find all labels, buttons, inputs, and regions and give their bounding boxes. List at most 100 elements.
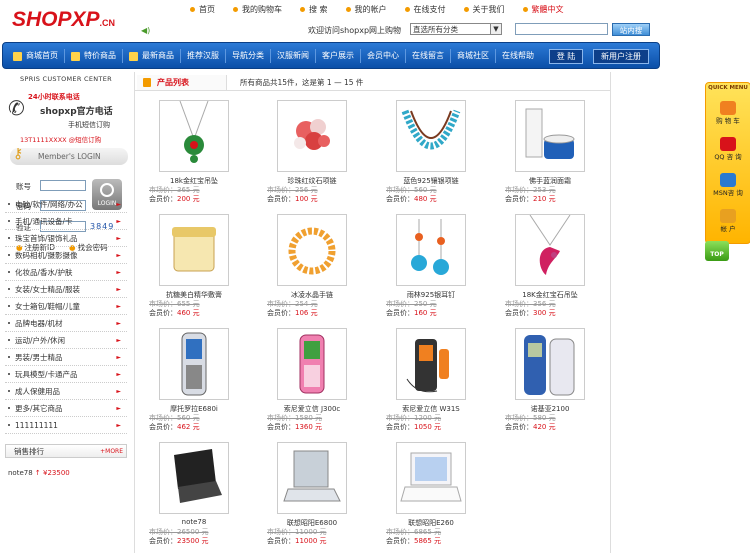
product-card[interactable]: 珍珠红纹石项链 市场价：256 元会员价：100 元 xyxy=(253,100,371,204)
mainnav-item[interactable]: 客户展示 xyxy=(316,49,361,63)
member-price: 会员价：1360 元 xyxy=(267,423,323,431)
category-item[interactable]: 男装/男士精品 ► xyxy=(5,349,127,366)
product-image[interactable] xyxy=(277,442,347,514)
mainnav-item[interactable]: 在线留言 xyxy=(406,49,451,63)
topnav-item[interactable]: 我的帐户 xyxy=(345,3,387,15)
account-input[interactable] xyxy=(40,180,86,191)
category-item[interactable]: 品牌电器/机材 ► xyxy=(5,315,127,332)
market-price: 市场价：560 元 xyxy=(149,414,200,422)
topnav-item[interactable]: 首页 xyxy=(190,3,215,15)
mainnav-item[interactable]: 推荐汉服 xyxy=(181,49,226,63)
topnav-item[interactable]: 繁體中文 xyxy=(522,3,564,15)
quick-menu-item[interactable]: MSN咨 询 xyxy=(708,173,748,197)
market-price: 市场价：356 元 xyxy=(505,300,556,308)
category-item[interactable]: 珠宝首饰/银饰礼品 ► xyxy=(5,230,127,247)
topnav-item[interactable]: 我的购物车 xyxy=(233,3,282,15)
product-image[interactable] xyxy=(277,328,347,400)
site-logo[interactable]: SHOPXP.CN xyxy=(12,8,115,32)
arrow-right-icon: ► xyxy=(116,217,121,225)
product-name[interactable]: 蓝色925镶银项链 xyxy=(372,176,490,185)
back-to-top-button[interactable]: TOP xyxy=(705,241,729,261)
product-name[interactable]: 索尼爱立信 J300c xyxy=(253,404,371,413)
category-item[interactable]: 运动/户外/休闲 ► xyxy=(5,332,127,349)
product-name[interactable]: 珍珠红纹石项链 xyxy=(253,176,371,185)
product-card[interactable]: 佛手蓝润面霜 市场价：253 元会员价：210 元 xyxy=(491,100,609,204)
category-item[interactable]: 数码相机/摄影摄像 ► xyxy=(5,247,127,264)
product-card[interactable]: 冰凌水晶手链 市场价：254 元会员价：106 元 xyxy=(253,214,371,318)
product-name[interactable]: 摩托罗拉E680i xyxy=(135,404,253,413)
mainnav-item[interactable]: 导航分类 xyxy=(226,49,271,63)
category-item[interactable]: 成人保健用品 ► xyxy=(5,383,127,400)
category-item[interactable]: 女士箱包/鞋帽/儿童 ► xyxy=(5,298,127,315)
topnav-item[interactable]: 关于我们 xyxy=(463,3,505,15)
quick-menu-item[interactable]: 购 物 车 xyxy=(708,101,748,125)
product-card[interactable]: 摩托罗拉E680i 市场价：560 元会员价：462 元 xyxy=(135,328,253,432)
product-image[interactable] xyxy=(159,214,229,286)
product-name[interactable]: note78 xyxy=(135,518,253,527)
more-link[interactable]: +MORE xyxy=(100,445,123,459)
category-item[interactable]: 更多/其它商品 ► xyxy=(5,400,127,417)
product-name[interactable]: 冰凌水晶手链 xyxy=(253,290,371,299)
login-button[interactable]: 登 陆 xyxy=(549,49,583,64)
product-image[interactable] xyxy=(396,442,466,514)
product-name[interactable]: 索尼爱立信 W31S xyxy=(372,404,490,413)
mainnav-item[interactable]: 汉服新闻 xyxy=(271,49,316,63)
product-name[interactable]: 联想昭阳E260 xyxy=(372,518,490,527)
product-card[interactable]: 18k金红宝吊坠 市场价：365 元会员价：200 元 xyxy=(135,100,253,204)
topnav-item[interactable]: 在线支付 xyxy=(404,3,446,15)
search-input[interactable] xyxy=(515,23,608,35)
sms-label: 手机短信订购 xyxy=(68,121,110,129)
product-name[interactable]: 联想昭阳E6800 xyxy=(253,518,371,527)
product-image[interactable] xyxy=(396,100,466,172)
search-button[interactable]: 站内搜 xyxy=(612,23,650,36)
category-item[interactable]: 111111111 ► xyxy=(5,417,127,434)
product-card[interactable]: 蓝色925镶银项链 市场价：560 元会员价：480 元 xyxy=(372,100,490,204)
mainnav-item[interactable]: 商城社区 xyxy=(451,49,496,63)
mainnav-item[interactable]: 在线帮助 xyxy=(496,49,540,63)
member-price: 会员价：420 元 xyxy=(505,423,556,431)
product-image[interactable] xyxy=(159,442,229,514)
quick-menu-item[interactable]: QQ 咨 询 xyxy=(708,137,748,161)
product-name[interactable]: 佛手蓝润面霜 xyxy=(491,176,609,185)
product-card[interactable]: 诺基亚2100 市场价：580 元会员价：420 元 xyxy=(491,328,609,432)
product-name[interactable]: 诺基亚2100 xyxy=(491,404,609,413)
product-image[interactable] xyxy=(396,214,466,286)
mainnav-item[interactable]: 特价商品 xyxy=(65,49,123,63)
register-button[interactable]: 新用户注册 xyxy=(593,49,649,64)
product-card[interactable]: 索尼爱立信 W31S 市场价：1200 元会员价：1050 元 xyxy=(372,328,490,432)
topnav-item[interactable]: 搜 索 xyxy=(300,3,328,15)
product-image[interactable] xyxy=(159,100,229,172)
search-category-select[interactable]: 直选所有分类 ▼ xyxy=(410,23,502,35)
category-item[interactable]: 化妆品/香水/护肤 ► xyxy=(5,264,127,281)
arrow-right-icon: ► xyxy=(116,353,121,361)
category-item[interactable]: 玩具模型/卡通产品 ► xyxy=(5,366,127,383)
product-image[interactable] xyxy=(396,328,466,400)
category-item[interactable]: 手机/通讯设备/卡 ► xyxy=(5,213,127,230)
product-card[interactable]: 18K金红宝石吊坠 市场价：356 元会员价：300 元 xyxy=(491,214,609,318)
product-card[interactable]: 索尼爱立信 J300c 市场价：1580 元会员价：1360 元 xyxy=(253,328,371,432)
product-image[interactable] xyxy=(277,100,347,172)
product-card[interactable]: 联想昭阳E260 市场价：6865 元会员价：5865 元 xyxy=(372,442,490,546)
arrow-right-icon: ► xyxy=(116,200,121,208)
mainnav-item[interactable]: 商城首页 xyxy=(7,49,65,63)
product-card[interactable]: 雨林925银耳钉 市场价：250 元会员价：160 元 xyxy=(372,214,490,318)
product-name[interactable]: 18k金红宝吊坠 xyxy=(135,176,253,185)
product-image[interactable] xyxy=(277,214,347,286)
rank-item[interactable]: note78 ↑ ¥23500 xyxy=(8,469,70,477)
product-card[interactable]: note78 市场价：26500 元会员价：23500 元 xyxy=(135,442,253,546)
cart-icon xyxy=(720,101,736,115)
mainnav-item[interactable]: 最新商品 xyxy=(123,49,181,63)
product-card[interactable]: 抗糖美白精华敷膏 市场价：655 元会员价：460 元 xyxy=(135,214,253,318)
product-image[interactable] xyxy=(515,328,585,400)
product-card[interactable]: 联想昭阳E6800 市场价：11000 元会员价：11000 元 xyxy=(253,442,371,546)
product-name[interactable]: 雨林925银耳钉 xyxy=(372,290,490,299)
product-image[interactable] xyxy=(515,100,585,172)
product-name[interactable]: 18K金红宝石吊坠 xyxy=(491,290,609,299)
category-item[interactable]: 女装/女士精品/服装 ► xyxy=(5,281,127,298)
mainnav-item[interactable]: 会员中心 xyxy=(361,49,406,63)
product-name[interactable]: 抗糖美白精华敷膏 xyxy=(135,290,253,299)
product-image[interactable] xyxy=(159,328,229,400)
product-image[interactable] xyxy=(515,214,585,286)
category-item[interactable]: 电脑/软件/网络/办公 ► xyxy=(5,196,127,213)
quick-menu-item[interactable]: 帐 户 xyxy=(708,209,748,233)
